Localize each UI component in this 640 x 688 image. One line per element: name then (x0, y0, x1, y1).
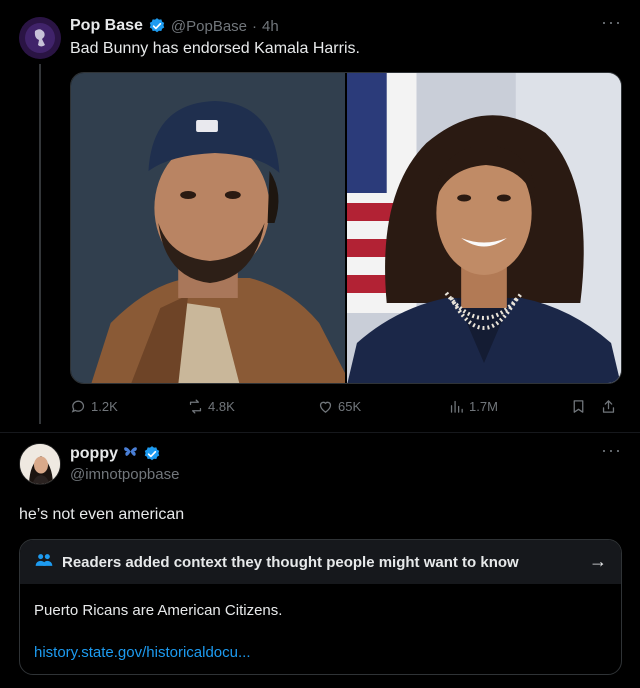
popbase-avatar[interactable] (19, 17, 61, 59)
separator-dot: · (252, 17, 258, 35)
community-note[interactable]: Readers added context they thought peopl… (19, 539, 622, 675)
author-name[interactable]: Pop Base (70, 17, 143, 35)
community-note-title: Readers added context they thought peopl… (62, 553, 519, 571)
like-count: 65K (338, 399, 362, 414)
post-text: Bad Bunny has endorsed Kamala Harris. (70, 40, 360, 57)
main-post[interactable]: Pop Base @PopBase · 4h ··· Bad Bunny has… (0, 0, 640, 430)
verified-badge-icon (143, 445, 161, 463)
kamala-harris-photo[interactable] (346, 73, 621, 383)
reply-post[interactable]: poppy @imnotpopbase ··· he’s not even am… (0, 432, 640, 688)
post-actions: 1.2K 4.8K 65K 1.7M (70, 398, 622, 420)
reply-text: he’s not even american (19, 506, 185, 523)
community-note-header[interactable]: Readers added context they thought peopl… (20, 540, 621, 584)
like-button[interactable]: 65K (317, 398, 361, 415)
reply-author-name[interactable]: poppy (70, 445, 118, 463)
repost-count: 4.8K (208, 399, 235, 414)
post-time[interactable]: 4h (262, 18, 279, 35)
bookmark-button[interactable] (570, 398, 587, 415)
reply-icon (70, 398, 87, 415)
share-icon (600, 398, 617, 415)
verified-badge-icon (148, 17, 166, 35)
like-icon (317, 398, 334, 415)
post-media[interactable] (70, 72, 622, 384)
reply-more-options-icon[interactable]: ··· (601, 440, 622, 461)
arrow-right-icon[interactable]: → (589, 551, 607, 572)
post-header: Pop Base @PopBase · 4h (70, 15, 279, 37)
bookmark-icon (570, 398, 587, 415)
readers-icon (34, 550, 54, 575)
poppy-avatar[interactable] (19, 443, 61, 485)
reply-button[interactable]: 1.2K (70, 398, 118, 415)
views-button[interactable]: 1.7M (448, 398, 498, 415)
author-handle[interactable]: @PopBase (171, 18, 247, 35)
reply-header: poppy (70, 443, 161, 465)
bad-bunny-photo[interactable] (71, 73, 345, 383)
thread-line (39, 64, 41, 424)
community-note-link[interactable]: history.state.gov/historicaldocu... (34, 644, 251, 661)
reply-author-handle[interactable]: @imnotpopbase (70, 466, 179, 483)
community-note-body: Puerto Ricans are American Citizens. (34, 602, 283, 619)
views-count: 1.7M (469, 399, 498, 414)
butterfly-icon (122, 443, 139, 465)
share-button[interactable] (600, 398, 617, 415)
more-options-icon[interactable]: ··· (601, 12, 622, 33)
repost-button[interactable]: 4.8K (187, 398, 235, 415)
repost-icon (187, 398, 204, 415)
reply-count: 1.2K (91, 399, 118, 414)
views-icon (448, 398, 465, 415)
